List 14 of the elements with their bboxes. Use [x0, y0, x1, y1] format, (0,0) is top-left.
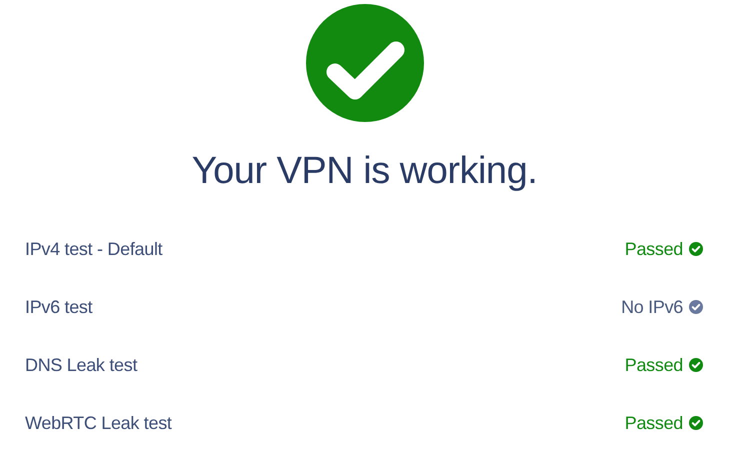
test-name: DNS Leak test — [25, 354, 138, 376]
status-heading: Your VPN is working. — [192, 149, 538, 194]
check-circle-icon — [689, 300, 703, 314]
test-name: IPv6 test — [25, 296, 92, 318]
test-result: Passed — [624, 354, 683, 376]
check-circle-icon — [689, 242, 703, 256]
check-circle-icon — [689, 358, 703, 372]
test-name: WebRTC Leak test — [25, 412, 172, 434]
test-result: No IPv6 — [621, 296, 683, 318]
check-circle-icon — [689, 416, 703, 430]
check-circle-icon — [306, 4, 424, 122]
test-result: Passed — [624, 238, 683, 260]
test-name: IPv4 test - Default — [25, 238, 162, 260]
test-result: Passed — [624, 412, 683, 434]
